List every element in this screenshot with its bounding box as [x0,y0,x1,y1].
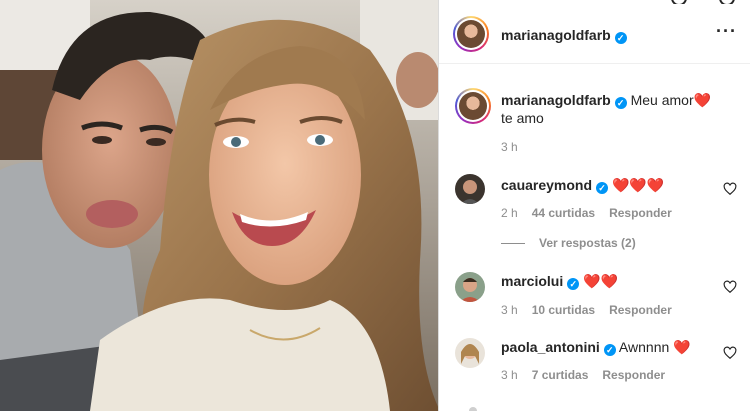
author-line: marianagoldfarb ✓ [501,27,627,45]
comment-meta: 3 h 7 curtidas Responder [501,368,679,382]
caption-text: marianagoldfarb ✓ Meu amor❤️ te amo [501,91,716,127]
comment-avatar[interactable] [455,174,485,204]
comment-username[interactable]: marciolui [501,273,563,289]
comment-likes[interactable]: 10 curtidas [532,303,595,317]
comment-meta: 3 h 10 curtidas Responder [501,303,686,317]
caption-text-part2: te amo [501,110,544,126]
comment-time[interactable]: 3 h [501,303,518,317]
comment-username[interactable]: paola_antonini [501,339,600,355]
post-side-panel: marianagoldfarb ✓ ··· marianagoldfarb ✓ Me… [438,0,750,411]
view-replies-button[interactable]: Ver respostas (2) [501,236,636,250]
caption-avatar[interactable] [455,88,491,124]
comment-text: cauareymond ✓ ❤️❤️❤️ [501,176,716,194]
post-header: marianagoldfarb ✓ ··· [439,4,750,64]
heart-outline-icon[interactable] [723,346,737,360]
verified-badge-icon: ✓ [603,344,616,356]
reply-button[interactable]: Responder [609,303,672,317]
post-photo[interactable] [0,0,438,411]
caption-meta: 3 h [501,140,532,154]
comment-content: ❤️❤️ [583,273,619,289]
verified-badge-icon: ✓ [614,32,627,44]
author-avatar[interactable] [453,16,489,52]
verified-badge-icon: ✓ [596,182,609,194]
caption-time[interactable]: 3 h [501,140,518,154]
comment-time[interactable]: 2 h [501,206,518,220]
comment-content: ❤️❤️❤️ [611,177,665,193]
verified-badge-icon: ✓ [614,97,627,109]
reply-button[interactable]: Responder [609,206,672,220]
comment-likes[interactable]: 7 curtidas [532,368,589,382]
comment-likes[interactable]: 44 curtidas [532,206,595,220]
heart-outline-icon[interactable] [723,182,737,196]
comment-meta: 2 h 44 curtidas Responder [501,206,686,220]
heart-outline-icon[interactable] [723,280,737,294]
comment-time[interactable]: 3 h [501,368,518,382]
next-comment-peek [439,405,750,411]
red-heart-icon: ❤️ [693,92,712,108]
comment-avatar[interactable] [455,338,485,368]
caption-text-part1: Meu amor [630,92,694,108]
verified-badge-icon: ✓ [567,278,580,290]
comment-text: marciolui ✓ ❤️❤️ [501,272,716,290]
comment-username[interactable]: cauareymond [501,177,592,193]
reply-button[interactable]: Responder [602,368,665,382]
caption-username[interactable]: marianagoldfarb [501,92,611,108]
selfie-photo [0,0,438,411]
comment-content: Awnnnn ❤️ [618,339,691,355]
comment-text: paola_antonini ✓ Awnnnn ❤️ [501,338,716,356]
comment-avatar[interactable] [455,272,485,302]
view-replies-label: Ver respostas (2) [539,236,636,250]
more-options-icon[interactable]: ··· [716,22,737,40]
author-username[interactable]: marianagoldfarb [501,27,611,43]
